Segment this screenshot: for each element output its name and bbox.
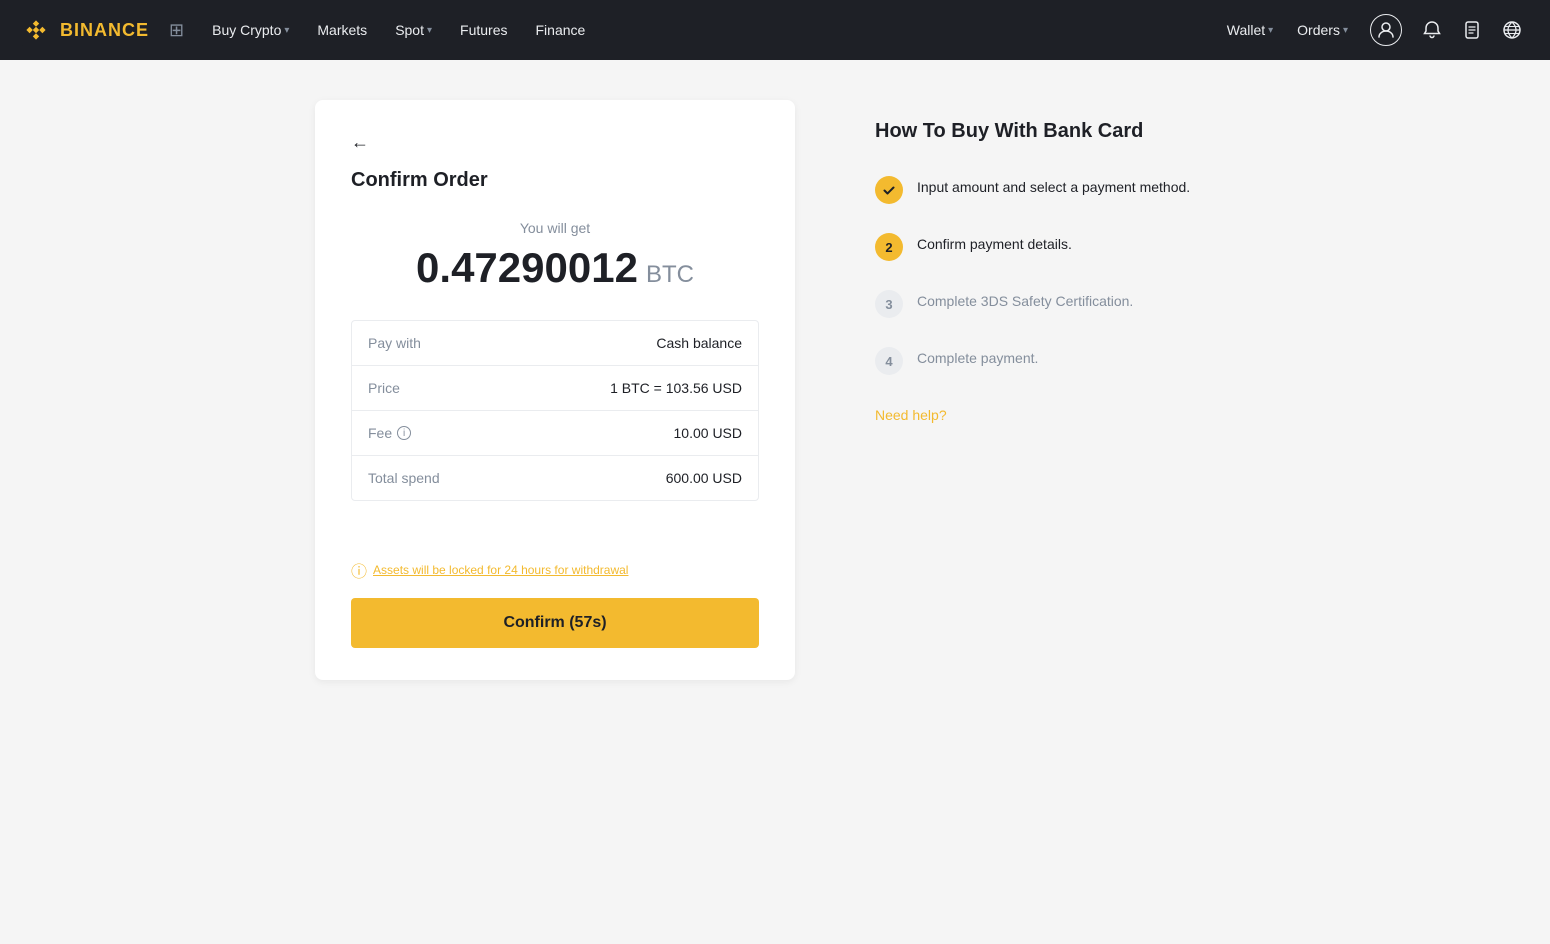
btc-amount-row: 0.47290012 BTC <box>351 244 759 292</box>
step-badge-3: 3 <box>875 290 903 318</box>
notification-icon[interactable] <box>1414 12 1450 48</box>
nav-futures[interactable]: Futures <box>448 14 519 46</box>
warning-link[interactable]: Assets will be locked for 24 hours for w… <box>373 563 628 577</box>
nav-finance[interactable]: Finance <box>524 14 598 46</box>
step-item-3: 3 Complete 3DS Safety Certification. <box>875 289 1235 318</box>
detail-label-fee: Fee i <box>368 425 411 441</box>
chevron-down-icon: ▾ <box>1268 25 1273 36</box>
steps-list: Input amount and select a payment method… <box>875 175 1235 375</box>
fee-info-icon[interactable]: i <box>397 426 411 440</box>
document-icon[interactable] <box>1454 12 1490 48</box>
logo-text: BINANCE <box>60 20 149 41</box>
step-badge-1 <box>875 176 903 204</box>
avatar <box>1370 14 1402 46</box>
you-will-get-label: You will get <box>351 220 759 236</box>
detail-label-price: Price <box>368 380 400 396</box>
orders-menu[interactable]: Orders ▾ <box>1287 14 1358 46</box>
step-text-3: Complete 3DS Safety Certification. <box>917 289 1133 309</box>
order-details: Pay with Cash balance Price 1 BTC = 103.… <box>351 320 759 501</box>
detail-row-total: Total spend 600.00 USD <box>352 456 758 500</box>
how-to-buy-panel: How To Buy With Bank Card Input amount a… <box>875 100 1235 425</box>
chevron-down-icon: ▾ <box>427 25 432 36</box>
need-help-link[interactable]: Need help? <box>875 407 947 423</box>
warning-row: ⓘ Assets will be locked for 24 hours for… <box>351 558 759 582</box>
nav-links: Buy Crypto ▾ Markets Spot ▾ Futures Fina… <box>200 14 1217 46</box>
how-to-buy-title: How To Buy With Bank Card <box>875 120 1235 143</box>
grid-icon[interactable]: ⊞ <box>169 20 184 41</box>
step-item-1: Input amount and select a payment method… <box>875 175 1235 204</box>
globe-icon[interactable] <box>1494 12 1530 48</box>
nav-markets[interactable]: Markets <box>305 14 379 46</box>
navbar: BINANCE ⊞ Buy Crypto ▾ Markets Spot ▾ Fu… <box>0 0 1550 60</box>
back-button[interactable]: ← <box>351 132 375 153</box>
detail-label-pay-with: Pay with <box>368 335 421 351</box>
logo[interactable]: BINANCE <box>20 14 149 46</box>
step-text-4: Complete payment. <box>917 346 1038 366</box>
chevron-down-icon: ▾ <box>284 25 289 36</box>
btc-amount: 0.47290012 <box>416 244 638 292</box>
nav-right: Wallet ▾ Orders ▾ <box>1217 6 1530 54</box>
detail-row-fee: Fee i 10.00 USD <box>352 411 758 456</box>
order-title: Confirm Order <box>351 169 759 192</box>
btc-symbol: BTC <box>646 261 694 289</box>
step-item-4: 4 Complete payment. <box>875 346 1235 375</box>
detail-value-total: 600.00 USD <box>666 470 742 486</box>
detail-label-total: Total spend <box>368 470 440 486</box>
step-text-1: Input amount and select a payment method… <box>917 175 1190 195</box>
order-card: ← Confirm Order You will get 0.47290012 … <box>315 100 795 680</box>
step-text-2: Confirm payment details. <box>917 232 1072 252</box>
step-badge-2: 2 <box>875 233 903 261</box>
step-item-2: 2 Confirm payment details. <box>875 232 1235 261</box>
wallet-menu[interactable]: Wallet ▾ <box>1217 14 1283 46</box>
warning-icon: ⓘ <box>351 558 367 582</box>
detail-value-fee: 10.00 USD <box>674 425 742 441</box>
main-content: ← Confirm Order You will get 0.47290012 … <box>0 60 1550 720</box>
detail-row-price: Price 1 BTC = 103.56 USD <box>352 366 758 411</box>
confirm-button[interactable]: Confirm (57s) <box>351 598 759 648</box>
profile-icon[interactable] <box>1362 6 1410 54</box>
detail-row-pay-with: Pay with Cash balance <box>352 321 758 366</box>
nav-buy-crypto[interactable]: Buy Crypto ▾ <box>200 14 301 46</box>
detail-value-price: 1 BTC = 103.56 USD <box>610 380 742 396</box>
detail-value-pay-with: Cash balance <box>656 335 742 351</box>
step-badge-4: 4 <box>875 347 903 375</box>
nav-spot[interactable]: Spot ▾ <box>383 14 444 46</box>
chevron-down-icon: ▾ <box>1343 25 1348 36</box>
